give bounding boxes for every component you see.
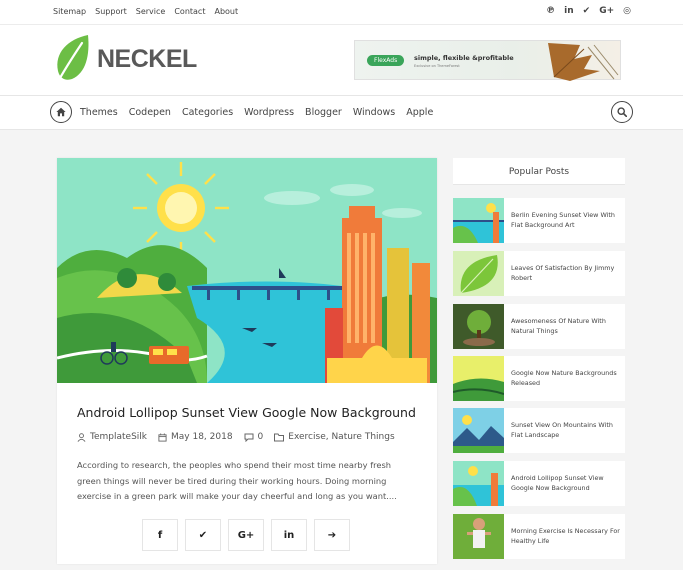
popular-post-thumbnail [453,514,504,559]
nav-item-themes[interactable]: Themes [80,107,118,119]
nav-item-blogger[interactable]: Blogger [305,107,342,119]
site-header: NECKEL FlexAds simple, flexible &profita… [0,25,683,95]
popular-post-item[interactable]: Android Lollipop Sunset View Google Now … [453,461,625,506]
home-icon [56,107,66,117]
post-meta: TemplateSilk May 18, 2018 0 Exercise, Na… [77,432,406,442]
post-excerpt: According to research, the peoples who s… [77,460,397,501]
nav-item-categories[interactable]: Categories [182,107,233,119]
linkedin-icon[interactable]: in [271,519,307,551]
popular-post-title: Google Now Nature Backgrounds Released [511,369,617,387]
ad-subtext: Exclusive on ThemeForest [414,64,460,68]
arrow-right-icon[interactable]: ➔ [314,519,350,551]
top-link-service[interactable]: Service [136,7,166,17]
calendar-icon [158,432,167,442]
popular-post-title: Android Lollipop Sunset View Google Now … [511,474,604,492]
nav-item-apple[interactable]: Apple [406,107,433,119]
nav-item-windows[interactable]: Windows [353,107,395,119]
top-link-sitemap[interactable]: Sitemap [53,7,86,17]
popular-post-thumbnail [453,251,504,296]
post-date: May 18, 2018 [171,432,233,442]
share-buttons: f ✔ G+ in ➔ [142,519,350,551]
social-links: ℗ in ✔ G+ ◎ [546,6,631,17]
ad-banner[interactable]: FlexAds simple, flexible &profitable Exc… [354,40,621,81]
nav-item-codepen[interactable]: Codepen [129,107,171,119]
search-icon [617,107,627,117]
popular-post-thumbnail [453,408,504,453]
top-nav: Sitemap Support Service Contact About [53,7,238,17]
user-icon [77,432,86,442]
instagram-icon[interactable]: ◎ [623,6,631,17]
post-featured-image[interactable] [57,158,437,383]
popular-post-title: Leaves Of Satisfaction By Jimmy Robert [511,264,615,282]
popular-post-item[interactable]: Berlin Evening Sunset View With Flat Bac… [453,198,625,243]
popular-post-thumbnail [453,461,504,506]
top-bar: Sitemap Support Service Contact About ℗ … [0,0,683,25]
site-logo-text[interactable]: NECKEL [97,45,197,74]
ad-headline: simple, flexible &profitable [414,54,514,62]
post-title[interactable]: Android Lollipop Sunset View Google Now … [77,405,416,420]
google-plus-icon[interactable]: G+ [599,6,614,17]
leaf-logo-icon[interactable] [52,33,92,87]
folder-icon [274,433,285,441]
popular-post-title: Morning Exercise Is Necessary For Health… [511,527,620,545]
popular-post-title: Berlin Evening Sunset View With Flat Bac… [511,211,615,229]
popular-post-item[interactable]: Google Now Nature Backgrounds Released [453,356,625,401]
popular-post-thumbnail [453,356,504,401]
autumn-leaf-image [548,43,619,81]
popular-post-title: Awesomeness Of Nature With Natural Thing… [511,317,606,335]
popular-post-title: Sunset View On Mountains With Flat Lands… [511,421,613,439]
popular-post-item[interactable]: Leaves Of Satisfaction By Jimmy Robert [453,251,625,296]
popular-posts-heading: Popular Posts [453,158,625,185]
linkedin-icon[interactable]: in [564,6,574,17]
main-navbar: Themes Codepen Categories Wordpress Blog… [0,95,683,130]
post-author[interactable]: TemplateSilk [90,432,147,442]
popular-post-item[interactable]: Sunset View On Mountains With Flat Lands… [453,408,625,453]
popular-post-item[interactable]: Morning Exercise Is Necessary For Health… [453,514,625,559]
top-link-about[interactable]: About [214,7,238,17]
facebook-icon[interactable]: f [142,519,178,551]
search-button[interactable] [611,101,633,123]
home-button[interactable] [50,101,72,123]
nav-item-wordpress[interactable]: Wordpress [244,107,294,119]
post-categories[interactable]: Exercise, Nature Things [288,432,394,442]
twitter-icon[interactable]: ✔ [583,6,591,17]
popular-post-item[interactable]: Awesomeness Of Nature With Natural Thing… [453,304,625,349]
post-card: Android Lollipop Sunset View Google Now … [57,158,437,564]
pinterest-icon[interactable]: ℗ [546,6,555,17]
google-plus-icon[interactable]: G+ [228,519,264,551]
twitter-icon[interactable]: ✔ [185,519,221,551]
top-link-support[interactable]: Support [95,7,127,17]
main-nav-menu: Themes Codepen Categories Wordpress Blog… [80,107,433,119]
ad-badge: FlexAds [367,55,405,66]
popular-post-thumbnail [453,198,504,243]
post-comment-count[interactable]: 0 [258,432,264,442]
comment-icon [244,433,254,442]
popular-post-thumbnail [453,304,504,349]
top-link-contact[interactable]: Contact [174,7,205,17]
